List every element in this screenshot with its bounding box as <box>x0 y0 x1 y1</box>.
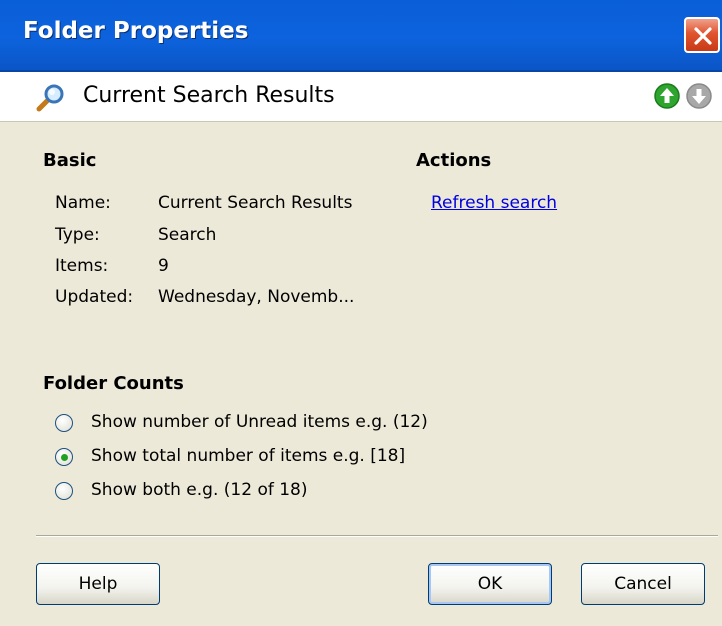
radio-label: Show number of Unread items e.g. (12) <box>91 412 428 432</box>
actions-heading: Actions <box>416 150 492 171</box>
cancel-button[interactable]: Cancel <box>581 563 705 605</box>
arrow-up-icon[interactable] <box>653 82 681 110</box>
close-icon <box>694 27 712 45</box>
type-value: Search <box>158 225 217 245</box>
window-title: Folder Properties <box>23 18 249 44</box>
type-label: Type: <box>55 225 100 245</box>
magnifier-icon <box>36 84 64 112</box>
radio-button[interactable] <box>55 448 73 466</box>
items-label: Items: <box>55 256 109 276</box>
items-value: 9 <box>158 256 169 276</box>
basic-heading: Basic <box>43 150 97 171</box>
folder-counts-heading: Folder Counts <box>43 373 184 394</box>
name-value: Current Search Results <box>158 193 353 213</box>
radio-label: Show total number of items e.g. [18] <box>91 446 406 466</box>
folder-name-title: Current Search Results <box>83 83 335 108</box>
name-label: Name: <box>55 193 111 213</box>
divider <box>36 535 718 537</box>
updated-value: Wednesday, Novemb... <box>158 287 355 307</box>
radio-label: Show both e.g. (12 of 18) <box>91 480 308 500</box>
folder-header: Current Search Results <box>0 72 722 122</box>
updated-label: Updated: <box>55 287 134 307</box>
refresh-search-link[interactable]: Refresh search <box>431 193 557 213</box>
radio-button[interactable] <box>55 414 73 432</box>
window-titlebar[interactable]: Folder Properties <box>0 0 722 72</box>
arrow-down-icon[interactable] <box>685 82 713 110</box>
radio-button[interactable] <box>55 482 73 500</box>
radio-selected-dot <box>61 454 68 461</box>
close-button[interactable] <box>684 17 720 53</box>
help-button[interactable]: Help <box>36 563 160 605</box>
ok-button[interactable]: OK <box>428 563 552 605</box>
